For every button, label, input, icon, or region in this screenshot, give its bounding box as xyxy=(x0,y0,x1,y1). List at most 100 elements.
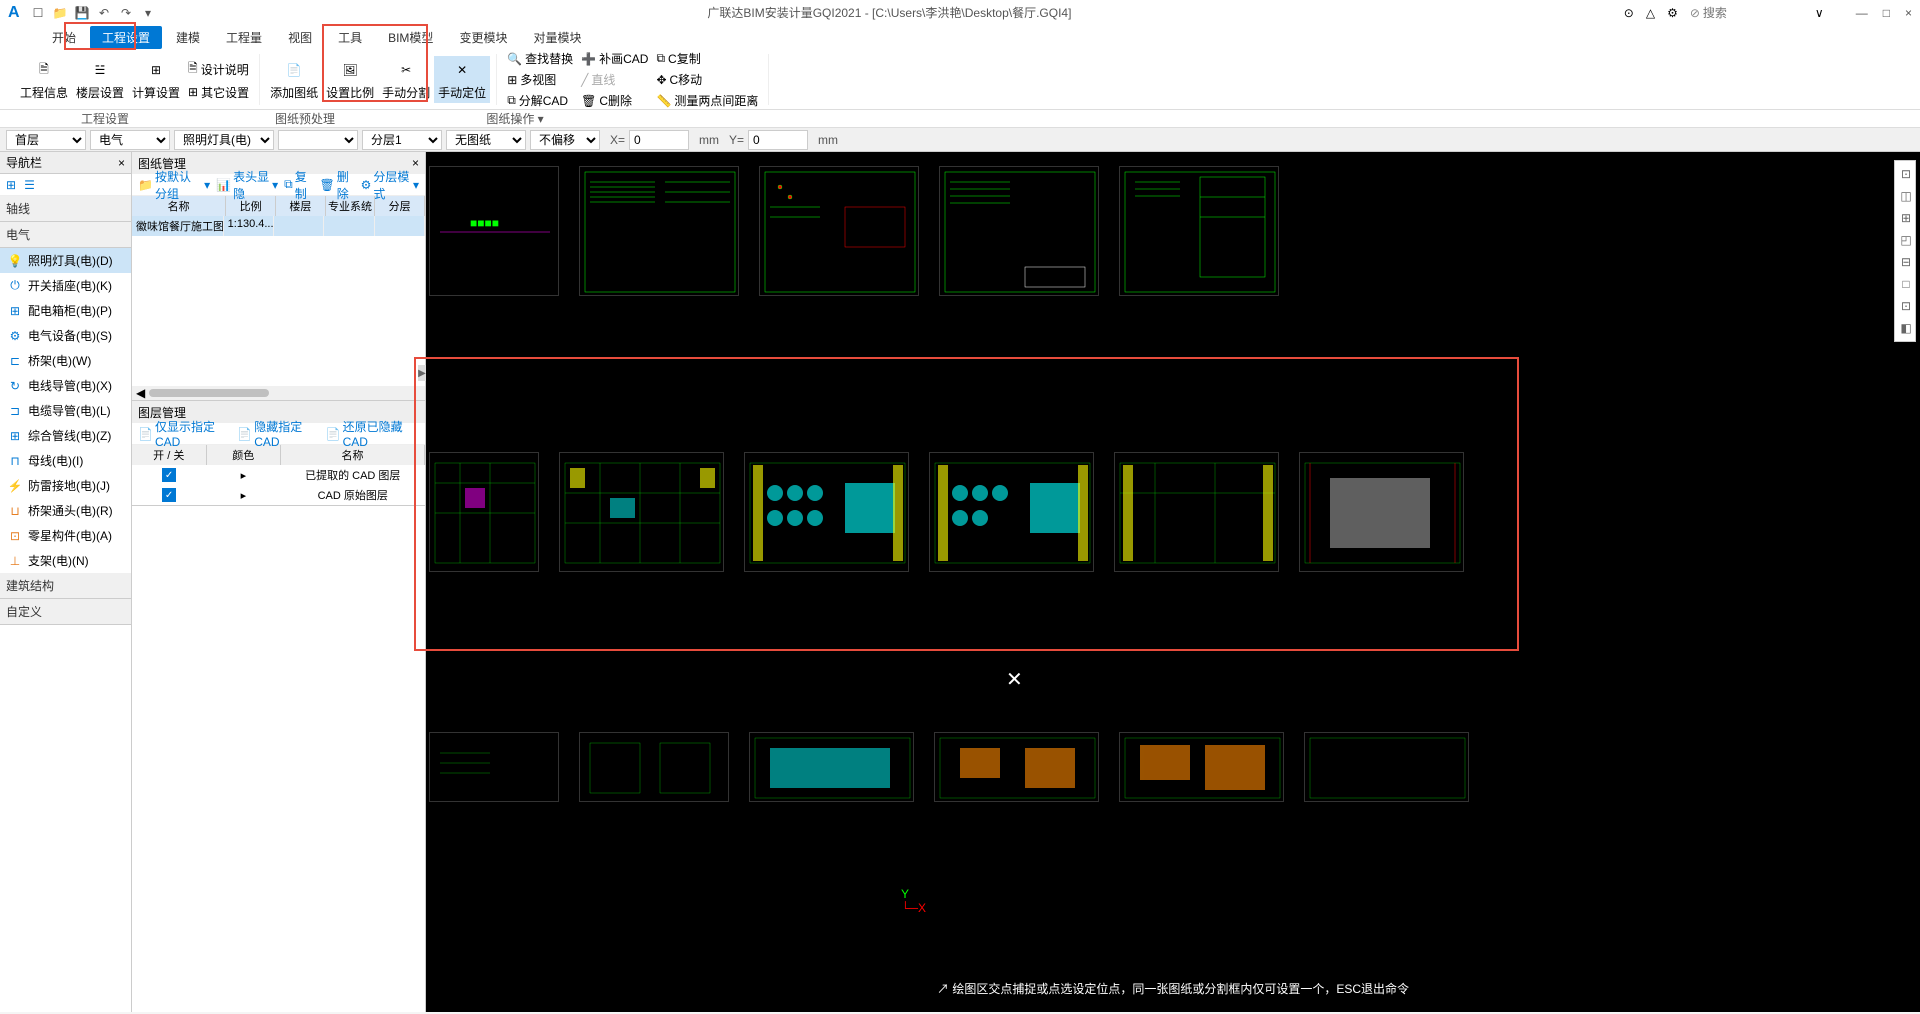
fill-cad-button[interactable]: ➕补画CAD xyxy=(577,49,652,68)
y-input[interactable] xyxy=(748,130,808,150)
thumb-2[interactable] xyxy=(579,166,739,296)
multiview-button[interactable]: ⊞多视图 xyxy=(503,70,577,89)
nav-section-struct[interactable]: 建筑结构 xyxy=(0,573,131,599)
help-icon[interactable]: ⊙ xyxy=(1624,6,1634,20)
checkbox-icon[interactable]: ✓ xyxy=(162,468,176,482)
rtool-4-icon[interactable]: ◰ xyxy=(1897,231,1915,249)
tab-change[interactable]: 变更模块 xyxy=(447,26,519,49)
qat-more-icon[interactable]: ▾ xyxy=(141,6,155,20)
nav-item[interactable]: ⏻开关插座(电)(K) xyxy=(0,273,131,298)
floor-plan-1[interactable] xyxy=(429,452,539,572)
nav-tool2-icon[interactable]: ☰ xyxy=(24,178,35,192)
set-scale-button[interactable]: 🖼 设置比例 xyxy=(322,56,378,103)
nav-section-custom[interactable]: 自定义 xyxy=(0,599,131,625)
thumb-5[interactable] xyxy=(1119,166,1279,296)
thumb-r3-5[interactable] xyxy=(1119,732,1284,802)
floor-settings-button[interactable]: ☱ 楼层设置 xyxy=(72,56,128,103)
rtool-5-icon[interactable]: ⊟ xyxy=(1897,253,1915,271)
tab-view[interactable]: 视图 xyxy=(276,26,324,49)
nav-section-axis[interactable]: 轴线 xyxy=(0,196,131,222)
subcomponent-select[interactable] xyxy=(278,130,358,150)
drawing-row[interactable]: 徽味馆餐厅施工图 (... 1:130.4... xyxy=(132,216,425,236)
manual-split-button[interactable]: ✂ 手动分割 xyxy=(378,56,434,103)
component-select[interactable]: 照明灯具(电) xyxy=(174,130,274,150)
floor-plan-6[interactable] xyxy=(1299,452,1464,572)
x-input[interactable] xyxy=(629,130,689,150)
nav-item[interactable]: ↻电线导管(电)(X) xyxy=(0,373,131,398)
add-drawing-button[interactable]: 📄 添加图纸 xyxy=(266,56,322,103)
layer-row[interactable]: ✓ ▸ 已提取的 CAD 图层 xyxy=(132,465,425,485)
tab-start[interactable]: 开始 xyxy=(40,26,88,49)
c-delete-button[interactable]: 🗑C删除 xyxy=(577,91,652,110)
nav-section-elec[interactable]: 电气 xyxy=(0,222,131,248)
rtool-2-icon[interactable]: ◫ xyxy=(1897,187,1915,205)
c-copy-button[interactable]: ⧉C复制 xyxy=(652,49,762,68)
thumb-3[interactable] xyxy=(759,166,919,296)
thumb-r3-3[interactable] xyxy=(749,732,914,802)
tab-compare[interactable]: 对量模块 xyxy=(521,26,593,49)
major-select[interactable]: 电气 xyxy=(90,130,170,150)
c-move-button[interactable]: ✥C移动 xyxy=(652,70,762,89)
nav-tool1-icon[interactable]: ⊞ xyxy=(6,178,16,192)
rtool-3-icon[interactable]: ⊞ xyxy=(1897,209,1915,227)
checkbox-icon[interactable]: ✓ xyxy=(162,488,176,502)
thumb-1[interactable]: ■■■■ xyxy=(429,166,559,296)
nav-item[interactable]: ⊞综合管线(电)(Z) xyxy=(0,423,131,448)
floor-plan-5[interactable] xyxy=(1114,452,1279,572)
nav-item[interactable]: ⊔桥架通头(电)(R) xyxy=(0,498,131,523)
maximize-button[interactable]: □ xyxy=(1883,6,1890,20)
expand-handle[interactable]: ▶ xyxy=(418,365,426,381)
design-notes-button[interactable]: 🗎设计说明 xyxy=(184,58,253,81)
nav-close-icon[interactable]: × xyxy=(118,156,125,170)
qat-open-icon[interactable]: 📁 xyxy=(53,6,67,20)
close-button[interactable]: × xyxy=(1905,6,1912,20)
floor-plan-3[interactable] xyxy=(744,452,909,572)
chevron-down-icon[interactable]: ∨ xyxy=(1815,6,1824,20)
qat-undo-icon[interactable]: ↶ xyxy=(97,6,111,20)
nav-item[interactable]: ⊥支架(电)(N) xyxy=(0,548,131,573)
manual-locate-button[interactable]: ✕ 手动定位 xyxy=(434,56,490,103)
rtool-6-icon[interactable]: □ xyxy=(1897,275,1915,293)
cloud-icon[interactable]: △ xyxy=(1646,6,1655,20)
tab-tools[interactable]: 工具 xyxy=(326,26,374,49)
thumb-4[interactable] xyxy=(939,166,1099,296)
tab-bim[interactable]: BIM模型 xyxy=(376,26,445,49)
measure-button[interactable]: 📏测量两点间距离 xyxy=(652,91,762,110)
floor-plan-2[interactable] xyxy=(559,452,724,572)
tab-quantity[interactable]: 工程量 xyxy=(214,26,274,49)
decompose-cad-button[interactable]: ⧉分解CAD xyxy=(503,91,577,110)
settings-icon[interactable]: ⚙ xyxy=(1667,6,1678,20)
qat-redo-icon[interactable]: ↷ xyxy=(119,6,133,20)
nav-item[interactable]: ⚙电气设备(电)(S) xyxy=(0,323,131,348)
project-info-button[interactable]: 🗎 工程信息 xyxy=(16,56,72,103)
floor-select[interactable]: 首层 xyxy=(6,130,86,150)
calc-settings-button[interactable]: ⊞ 计算设置 xyxy=(128,56,184,103)
drawing-canvas[interactable]: ■■■■ xyxy=(426,152,1920,1012)
search-input[interactable] xyxy=(1703,6,1803,20)
thumb-r3-4[interactable] xyxy=(934,732,1099,802)
rtool-8-icon[interactable]: ◧ xyxy=(1897,319,1915,337)
qat-save-icon[interactable]: 💾 xyxy=(75,6,89,20)
thumb-r3-1[interactable] xyxy=(429,732,559,802)
find-replace-button[interactable]: 🔍查找替换 xyxy=(503,49,577,68)
qat-new-icon[interactable]: ☐ xyxy=(31,6,45,20)
minimize-button[interactable]: — xyxy=(1856,6,1868,20)
layer-row[interactable]: ✓ ▸ CAD 原始图层 xyxy=(132,485,425,505)
nav-item[interactable]: ⊏桥架(电)(W) xyxy=(0,348,131,373)
nav-item[interactable]: ⊞配电箱柜(电)(P) xyxy=(0,298,131,323)
nav-item[interactable]: ⊡零星构件(电)(A) xyxy=(0,523,131,548)
offset-select[interactable]: 不偏移 xyxy=(530,130,600,150)
nav-item[interactable]: ⚡防雷接地(电)(J) xyxy=(0,473,131,498)
nav-item[interactable]: 💡照明灯具(电)(D) xyxy=(0,248,131,273)
thumb-r3-6[interactable] xyxy=(1304,732,1469,802)
floor-plan-4[interactable] xyxy=(929,452,1094,572)
rtool-7-icon[interactable]: ⊡ xyxy=(1897,297,1915,315)
rtool-1-icon[interactable]: ⊡ xyxy=(1897,165,1915,183)
thumb-r3-2[interactable] xyxy=(579,732,729,802)
layer-select[interactable]: 分层1 xyxy=(362,130,442,150)
tab-project-settings[interactable]: 工程设置 xyxy=(90,26,162,49)
nav-item[interactable]: ⊓母线(电)(I) xyxy=(0,448,131,473)
nav-item[interactable]: ⊐电缆导管(电)(L) xyxy=(0,398,131,423)
tab-modeling[interactable]: 建模 xyxy=(164,26,212,49)
hscrollbar[interactable]: ◀ xyxy=(132,386,425,400)
